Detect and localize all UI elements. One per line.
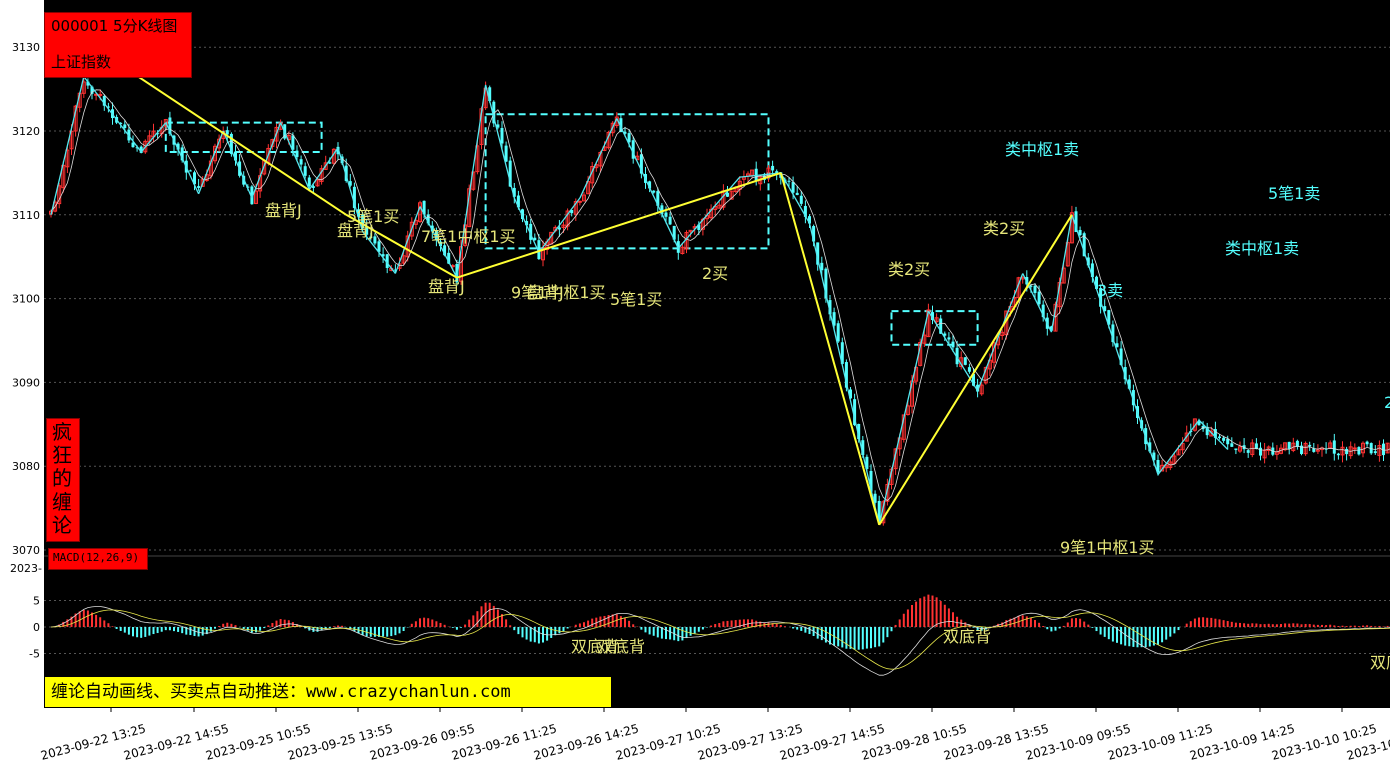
candle-body bbox=[1259, 448, 1262, 456]
signal-label: 类中枢1卖 bbox=[1005, 140, 1079, 159]
price-tick-label: 3070 bbox=[12, 544, 40, 557]
brand-vertical-box: 疯 狂 的 缠 论 bbox=[46, 418, 80, 542]
candle-body bbox=[373, 236, 376, 243]
candle-body bbox=[304, 166, 307, 176]
signal-label: 7笔1中枢1买 bbox=[421, 227, 516, 246]
candle-body bbox=[123, 124, 126, 128]
price-tick-label: 3110 bbox=[12, 209, 40, 222]
candle-body bbox=[1218, 437, 1221, 439]
chart-title-box: 000001 5分K线图 上证指数 bbox=[44, 12, 192, 78]
plot-area bbox=[44, 0, 1390, 708]
signal-label: 类2买 bbox=[888, 260, 930, 279]
candle-body bbox=[501, 128, 504, 144]
candle-body bbox=[1038, 292, 1041, 305]
brand-char: 缠 bbox=[52, 491, 74, 513]
candle-body bbox=[308, 177, 311, 186]
macd-cut-label: 2023- bbox=[10, 562, 42, 575]
candle-body bbox=[1366, 442, 1369, 445]
macd-label-box: MACD(12,26,9) bbox=[48, 548, 148, 570]
candle-body bbox=[1308, 445, 1311, 446]
candle-body bbox=[1230, 443, 1233, 447]
macd-signal-label: 双底背 bbox=[597, 637, 645, 656]
brand-char: 狂 bbox=[52, 444, 74, 466]
candle-body bbox=[1034, 286, 1037, 293]
candle-body bbox=[837, 323, 840, 341]
candle-body bbox=[665, 213, 668, 217]
brand-char: 疯 bbox=[52, 421, 74, 443]
candle-body bbox=[792, 182, 795, 193]
candle-body bbox=[197, 186, 200, 188]
signal-label: 5笔1买 bbox=[610, 290, 662, 309]
candle-body bbox=[800, 196, 803, 204]
ad-text: 缠论自动画线、买卖点自动推送：www.crazychanlun.com bbox=[51, 681, 511, 703]
macd-tick-label: -5 bbox=[29, 648, 40, 661]
signal-label: 盘背J bbox=[337, 221, 374, 240]
candle-body bbox=[189, 170, 192, 171]
candle-body bbox=[1222, 438, 1225, 441]
price-tick-label: 3090 bbox=[12, 376, 40, 389]
candle-body bbox=[952, 342, 955, 348]
kline-chart: 3130 3120 3110 3100 3090 3080 3070 5 0 -5 2023- 盘… bbox=[0, 0, 1390, 775]
candle-body bbox=[226, 130, 229, 134]
candle-body bbox=[652, 191, 655, 193]
candle-body bbox=[669, 217, 672, 225]
candle-body bbox=[796, 193, 799, 195]
candle-body bbox=[1374, 451, 1377, 453]
candle-body bbox=[99, 94, 102, 95]
candle-body bbox=[968, 367, 971, 372]
candle-body bbox=[1357, 447, 1360, 454]
index-name: 上证指数 bbox=[51, 53, 111, 71]
macd-label: MACD(12,26,9) bbox=[53, 550, 139, 566]
ad-banner: 缠论自动画线、买卖点自动推送：www.crazychanlun.com bbox=[44, 676, 612, 708]
macd-tick-label: 5 bbox=[33, 595, 40, 608]
signal-label: 类中枢1卖 bbox=[1225, 239, 1299, 258]
signal-label: 2 bbox=[1384, 393, 1390, 412]
signal-label: 盘背J bbox=[428, 277, 465, 296]
signal-label: 3卖 bbox=[1097, 281, 1123, 300]
candle-body bbox=[296, 151, 299, 157]
signal-label: 2买 bbox=[702, 264, 728, 283]
candle-body bbox=[300, 159, 303, 164]
macd-signal-label: 双底 bbox=[1370, 653, 1390, 672]
code-title: 000001 5分K线图 bbox=[51, 17, 177, 35]
candle-body bbox=[788, 181, 791, 182]
candle-body bbox=[328, 162, 331, 163]
macd-signal-label: 双底背 bbox=[943, 627, 991, 646]
candle-body bbox=[558, 227, 561, 229]
chart-stage: 3130 3120 3110 3100 3090 3080 3070 5 0 -5 2023- 盘… bbox=[0, 0, 1390, 775]
candle-body bbox=[1353, 448, 1356, 449]
candle-body bbox=[1337, 454, 1340, 456]
candle-body bbox=[771, 166, 774, 170]
candle-body bbox=[947, 337, 950, 339]
signal-label: 9笔1中枢1买 bbox=[1060, 538, 1155, 557]
candle-body bbox=[1345, 449, 1348, 454]
price-tick-label: 3100 bbox=[12, 293, 40, 306]
candle-body bbox=[964, 357, 967, 365]
brand-char: 的 bbox=[52, 467, 74, 489]
candle-body bbox=[312, 186, 315, 188]
price-tick-label: 3130 bbox=[12, 41, 40, 54]
brand-char: 论 bbox=[52, 514, 74, 536]
price-tick-label: 3120 bbox=[12, 125, 40, 138]
signal-label: 盘背J bbox=[265, 201, 302, 220]
candle-body bbox=[1333, 440, 1336, 453]
candle-body bbox=[1247, 450, 1250, 453]
candle-body bbox=[1288, 442, 1291, 449]
candle-body bbox=[1234, 448, 1237, 450]
candle-body bbox=[578, 201, 581, 202]
signal-label: 盘背J bbox=[527, 283, 564, 302]
macd-tick-label: 0 bbox=[33, 621, 40, 634]
signal-label: 类2买 bbox=[983, 219, 1025, 238]
price-tick-label: 3080 bbox=[12, 460, 40, 473]
signal-label: 5笔1卖 bbox=[1268, 184, 1320, 203]
